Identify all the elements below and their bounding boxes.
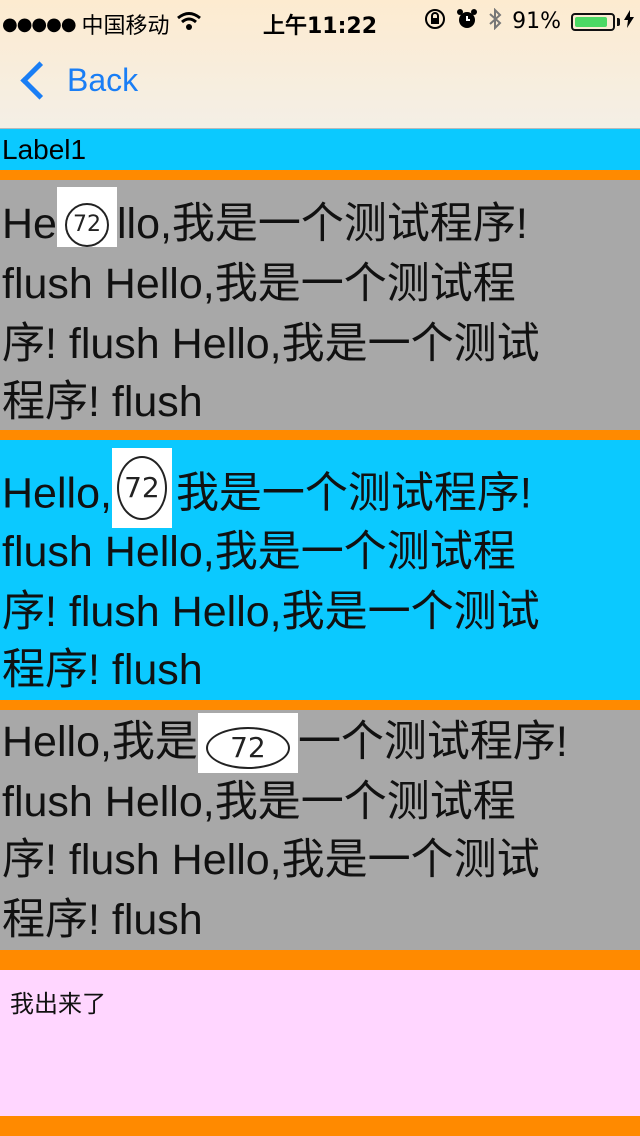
block2-line2: flush Hello,我是一个测试程 xyxy=(2,528,516,576)
block1-line1: He 72 llo,我是一个测试程序! xyxy=(2,186,528,257)
block3-line1-start: Hello,我是 xyxy=(2,718,198,766)
block2-line1-start: Hello, xyxy=(2,469,112,518)
circled-number-text: 72 xyxy=(205,726,290,769)
block1-line2: flush Hello,我是一个测试程 xyxy=(2,260,516,308)
block3-line1-end: 一个测试程序! xyxy=(297,718,568,766)
block2-line4: 程序! flush xyxy=(2,646,203,694)
block1-line3: 序! flush Hello,我是一个测试 xyxy=(2,320,540,368)
battery-tip xyxy=(617,17,620,26)
pink-label: 我出来了 xyxy=(10,990,106,1018)
alarm-icon xyxy=(456,8,478,35)
block3-line3: 序! flush Hello,我是一个测试 xyxy=(2,836,540,884)
chevron-left-icon xyxy=(20,61,59,100)
text-block-2: Hello, 72 我是一个测试程序! flush Hello,我是一个测试程 序!… xyxy=(0,440,640,700)
status-bar: ●●●●● 中国移动 上午11:22 91% xyxy=(0,0,640,40)
navigation-header: ●●●●● 中国移动 上午11:22 91% Back xyxy=(0,0,640,128)
battery-percent: 91% xyxy=(512,9,561,34)
back-button[interactable]: Back xyxy=(16,61,139,100)
circled-number-text: 72 xyxy=(64,202,109,247)
pink-text-view: 我出来了 xyxy=(0,970,640,1116)
bluetooth-icon xyxy=(488,7,502,35)
block3-line1: Hello,我是 72 一个测试程序! xyxy=(2,712,568,775)
label1: Label1 xyxy=(0,128,640,170)
charging-bolt-icon xyxy=(624,10,634,33)
circled-number-text: 72 xyxy=(116,456,167,520)
circled-number-emoji: 72 xyxy=(56,186,117,247)
battery-icon xyxy=(571,12,615,31)
block1-line1-start: He xyxy=(2,200,57,248)
rotation-lock-icon xyxy=(424,8,446,35)
status-right: 91% xyxy=(424,7,634,35)
block3-line2: flush Hello,我是一个测试程 xyxy=(2,778,516,826)
text-block-3: Hello,我是 72 一个测试程序! flush Hello,我是一个测试程 序!… xyxy=(0,710,640,950)
circled-number-emoji: 72 xyxy=(111,448,172,528)
block2-line1-end: 我是一个测试程序! xyxy=(175,469,532,518)
text-block-1: He 72 llo,我是一个测试程序! flush Hello,我是一个测试程 序!… xyxy=(0,180,640,430)
block3-line4: 程序! flush xyxy=(2,896,203,944)
circled-number-emoji: 72 xyxy=(197,712,298,773)
block1-line1-end: llo,我是一个测试程序! xyxy=(116,200,528,248)
battery-level xyxy=(575,16,608,27)
back-label: Back xyxy=(67,62,139,98)
block2-line3: 序! flush Hello,我是一个测试 xyxy=(2,588,540,636)
block1-line4: 程序! flush xyxy=(2,378,203,426)
